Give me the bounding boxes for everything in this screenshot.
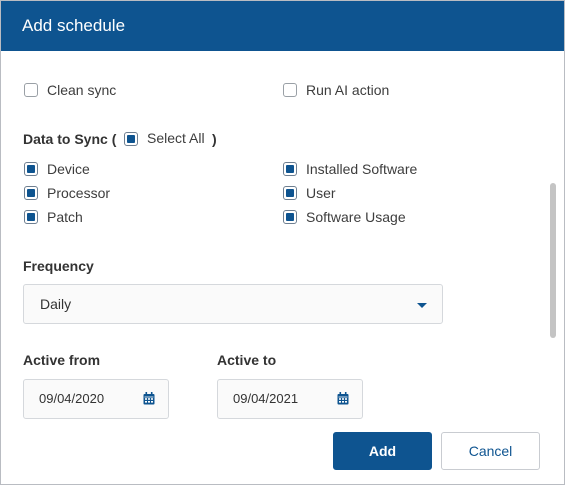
- device-checkbox[interactable]: [24, 162, 38, 176]
- software-usage-checkbox[interactable]: [283, 210, 297, 224]
- dialog-title: Add schedule: [1, 1, 564, 51]
- clean-sync-checkbox[interactable]: [24, 83, 38, 97]
- frequency-value: Daily: [40, 296, 72, 312]
- installed-software-checkbox[interactable]: [283, 162, 297, 176]
- select-all-label[interactable]: Select All: [147, 130, 205, 146]
- active-to-label: Active to: [217, 352, 277, 368]
- user-checkbox[interactable]: [283, 186, 297, 200]
- active-from-label: Active from: [23, 352, 101, 368]
- user-label[interactable]: User: [306, 185, 336, 201]
- run-ai-action-checkbox[interactable]: [283, 83, 297, 97]
- calendar-icon[interactable]: [337, 392, 349, 405]
- data-to-sync-label: Data to Sync (: [23, 131, 117, 147]
- active-from-input[interactable]: 09/04/2020: [23, 379, 169, 419]
- frequency-select[interactable]: Daily: [23, 284, 443, 324]
- frequency-label: Frequency: [23, 258, 94, 274]
- add-button[interactable]: Add: [333, 432, 432, 470]
- add-schedule-dialog: Add schedule Clean sync Run AI action Da…: [0, 0, 565, 485]
- calendar-icon[interactable]: [143, 392, 155, 405]
- device-label[interactable]: Device: [47, 161, 90, 177]
- caret-down-icon: [417, 303, 427, 308]
- data-to-sync-close-paren: ): [212, 131, 217, 147]
- active-to-input[interactable]: 09/04/2021: [217, 379, 363, 419]
- patch-label[interactable]: Patch: [47, 209, 83, 225]
- scrollbar-thumb[interactable]: [550, 183, 556, 338]
- select-all-checkbox[interactable]: [124, 132, 138, 146]
- software-usage-label[interactable]: Software Usage: [306, 209, 406, 225]
- run-ai-action-label[interactable]: Run AI action: [306, 82, 389, 98]
- installed-software-label[interactable]: Installed Software: [306, 161, 417, 177]
- active-to-value: 09/04/2021: [233, 391, 299, 406]
- cancel-button[interactable]: Cancel: [441, 432, 540, 470]
- processor-label[interactable]: Processor: [47, 185, 110, 201]
- patch-checkbox[interactable]: [24, 210, 38, 224]
- processor-checkbox[interactable]: [24, 186, 38, 200]
- active-from-value: 09/04/2020: [39, 391, 105, 406]
- clean-sync-label[interactable]: Clean sync: [47, 82, 116, 98]
